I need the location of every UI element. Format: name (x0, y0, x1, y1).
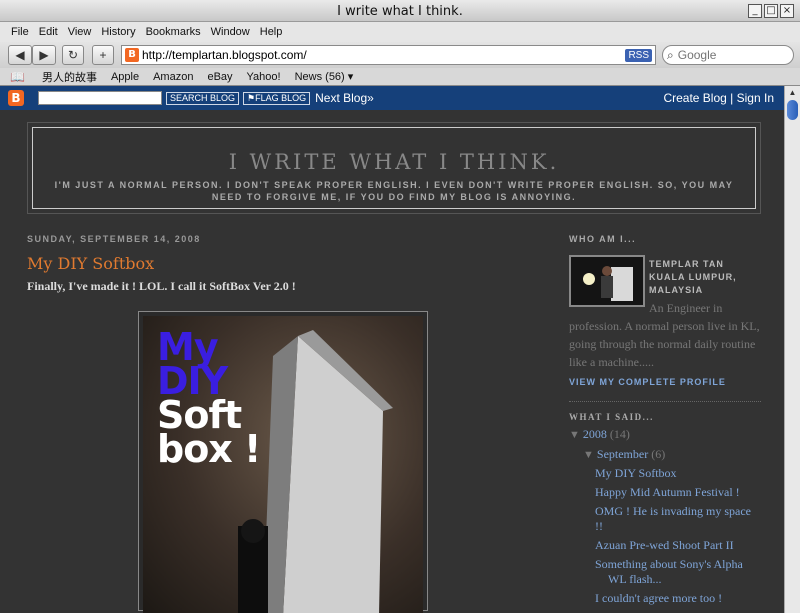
navigation-toolbar: ◀ ▶ ↻ + B http://templartan.blogspot.com… (0, 42, 800, 68)
image-text-softbox: Soft box ! (157, 393, 261, 471)
expand-triangle-icon[interactable]: ▼ (583, 449, 594, 461)
archive-year[interactable]: ▼ 2008 (14) (569, 427, 761, 442)
profile-photo[interactable] (569, 255, 645, 307)
link-divider: | (730, 91, 734, 105)
view-profile-link[interactable]: VIEW MY COMPLETE PROFILE (569, 377, 761, 387)
blogger-navbar: B SEARCH BLOG ⚑FLAG BLOG Next Blog» Crea… (0, 86, 800, 110)
forward-button[interactable]: ▶ (32, 45, 56, 65)
blog-page: I WRITE WHAT I THINK. I'M JUST A NORMAL … (0, 110, 784, 613)
menu-bookmarks[interactable]: Bookmarks (141, 26, 206, 38)
blogger-logo-icon[interactable]: B (8, 90, 24, 106)
blogger-favicon-icon: B (125, 48, 139, 62)
window-title: I write what I think. (337, 4, 463, 19)
post-title[interactable]: My DIY Softbox (27, 254, 527, 273)
create-blog-link[interactable]: Create Blog (663, 91, 726, 105)
sign-in-link[interactable]: Sign In (737, 91, 774, 105)
profile-name: TEMPLAR TAN (649, 259, 724, 269)
back-button[interactable]: ◀ (8, 45, 32, 65)
year-post-count: (14) (609, 427, 630, 441)
window-controls: _ □ × (748, 4, 794, 18)
profile-name-location: TEMPLAR TAN KUALA LUMPUR, MALAYSIA (649, 258, 737, 297)
blog-archive: WHAT I SAID... ▼ 2008 (14) ▼ September (6)… (569, 412, 761, 606)
image-text-my-diy: My DIY (157, 325, 228, 403)
post-body: Finally, I've made it ! LOL. I call it S… (27, 279, 296, 293)
next-blog-link[interactable]: Next Blog» (315, 91, 374, 105)
bookmarks-book-icon[interactable]: 📖 (10, 70, 35, 84)
archive-heading: WHAT I SAID... (569, 412, 654, 422)
blog-title[interactable]: I WRITE WHAT I THINK. (33, 150, 755, 174)
menu-window[interactable]: Window (206, 26, 255, 38)
blog-search-input[interactable] (38, 91, 162, 105)
profile-photo-illustration (571, 257, 643, 305)
bookmark-item[interactable]: 男人的故事 (35, 69, 104, 85)
menu-view[interactable]: View (63, 26, 97, 38)
reload-button[interactable]: ↻ (62, 45, 84, 65)
archive-month[interactable]: ▼ September (6) (583, 447, 761, 462)
archive-post-list: My DIY Softbox Happy Mid Autumn Festival… (595, 466, 761, 606)
minimize-button[interactable]: _ (748, 4, 762, 18)
address-bar[interactable]: B http://templartan.blogspot.com/ RSS (121, 45, 656, 65)
menu-help[interactable]: Help (255, 26, 288, 38)
post-image-frame: My DIY Soft box ! (138, 311, 428, 613)
flag-blog-button[interactable]: ⚑FLAG BLOG (243, 91, 311, 105)
header-inner-frame: I WRITE WHAT I THINK. I'M JUST A NORMAL … (32, 127, 756, 209)
profile-location-2: MALAYSIA (649, 285, 704, 295)
archive-post-link[interactable]: I couldn't agree more too ! (595, 591, 761, 606)
archive-post-link[interactable]: Something about Sony's Alpha WL flash... (595, 557, 761, 587)
archive-post-link[interactable]: My DIY Softbox (595, 466, 761, 481)
sidebar: WHO AM I... TEMPLAR TAN KUALA LUMPUR, MA… (569, 234, 761, 606)
search-icon[interactable]: ⌕ (667, 48, 674, 63)
bookmark-news[interactable]: News (56) ▾ (288, 70, 361, 83)
search-input[interactable] (677, 48, 774, 62)
add-bookmark-button[interactable]: + (92, 45, 114, 65)
expand-triangle-icon[interactable]: ▼ (569, 429, 580, 441)
rss-badge[interactable]: RSS (625, 48, 652, 62)
archive-post-link[interactable]: OMG ! He is invading my space !! (595, 504, 761, 534)
close-button[interactable]: × (780, 4, 794, 18)
scroll-up-arrow-icon[interactable]: ▲ (785, 86, 800, 100)
softbox-photo[interactable]: My DIY Soft box ! (143, 316, 423, 613)
archive-post-link[interactable]: Azuan Pre-wed Shoot Part II (595, 538, 761, 553)
profile-block: TEMPLAR TAN KUALA LUMPUR, MALAYSIA (569, 255, 761, 313)
main-column: SUNDAY, SEPTEMBER 14, 2008 My DIY Softbo… (27, 234, 527, 613)
page-scrollbar[interactable]: ▲ (784, 86, 800, 613)
post-date: SUNDAY, SEPTEMBER 14, 2008 (27, 234, 201, 244)
menu-history[interactable]: History (96, 26, 140, 38)
blog-description: I'M JUST A NORMAL PERSON. I DON'T SPEAK … (54, 180, 734, 202)
bookmark-ebay[interactable]: eBay (200, 71, 239, 83)
blogger-account-links: Create Blog | Sign In (663, 91, 774, 105)
bookmarks-bar: 📖 男人的故事 Apple Amazon eBay Yahoo! News (5… (0, 68, 800, 86)
scrollbar-thumb[interactable] (787, 100, 798, 120)
profile-location-1: KUALA LUMPUR, (649, 272, 737, 282)
menu-file[interactable]: File (6, 26, 34, 38)
menu-edit[interactable]: Edit (34, 26, 63, 38)
maximize-button[interactable]: □ (764, 4, 778, 18)
bookmark-apple[interactable]: Apple (104, 71, 146, 83)
search-blog-button[interactable]: SEARCH BLOG (166, 91, 240, 105)
bookmark-amazon[interactable]: Amazon (146, 71, 200, 83)
url-text[interactable]: http://templartan.blogspot.com/ (142, 48, 625, 62)
archive-post-link[interactable]: Happy Mid Autumn Festival ! (595, 485, 761, 500)
blog-header: I WRITE WHAT I THINK. I'M JUST A NORMAL … (27, 122, 761, 214)
menu-bar: File Edit View History Bookmarks Window … (0, 22, 800, 42)
window-titlebar: I write what I think. _ □ × (0, 0, 800, 22)
bookmark-yahoo[interactable]: Yahoo! (240, 71, 288, 83)
month-post-count: (6) (651, 447, 666, 461)
about-heading: WHO AM I... (569, 234, 637, 244)
search-field[interactable]: ⌕ (662, 45, 794, 65)
sidebar-divider (569, 401, 761, 402)
